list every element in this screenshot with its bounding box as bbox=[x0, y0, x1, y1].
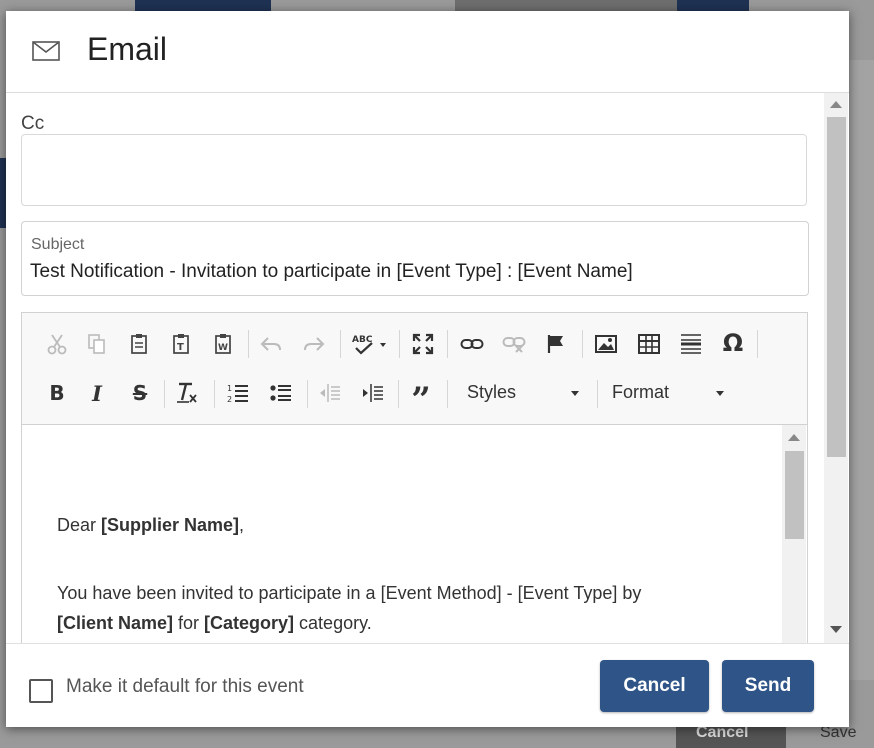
supplier-name-placeholder: [Supplier Name] bbox=[101, 515, 240, 535]
modal-footer: Make it default for this event Cancel Se… bbox=[6, 643, 849, 727]
greeting-suffix: , bbox=[239, 515, 245, 535]
toolbar-separator bbox=[164, 380, 165, 408]
subject-input[interactable]: Test Notification - Invitation to partic… bbox=[30, 261, 633, 283]
toolbar-separator bbox=[447, 380, 448, 408]
editor-scrollbar[interactable] bbox=[782, 425, 806, 643]
toolbar-separator bbox=[597, 380, 598, 408]
default-checkbox-label[interactable]: Make it default for this event bbox=[66, 676, 304, 698]
default-checkbox[interactable] bbox=[29, 679, 53, 703]
modal-title: Email bbox=[87, 31, 168, 67]
toolbar-separator bbox=[248, 330, 249, 358]
modal-header: Email bbox=[6, 11, 849, 93]
copy-icon[interactable] bbox=[82, 329, 112, 359]
horizontal-line-icon[interactable] bbox=[676, 329, 706, 359]
toolbar-separator bbox=[447, 330, 448, 358]
remove-format-icon[interactable] bbox=[172, 378, 202, 408]
modal-scrollbar[interactable] bbox=[824, 93, 848, 643]
subject-field[interactable]: Subject Test Notification - Invitation t… bbox=[21, 221, 809, 296]
email-modal: Email Cc Subject Test Notification - Inv… bbox=[6, 11, 849, 727]
paste-icon[interactable] bbox=[125, 329, 155, 359]
greeting-prefix: Dear bbox=[57, 515, 102, 535]
unlink-icon[interactable] bbox=[499, 329, 529, 359]
scroll-up-icon[interactable] bbox=[830, 101, 842, 108]
outdent-icon[interactable] bbox=[315, 378, 345, 408]
envelope-icon bbox=[32, 41, 60, 61]
toolbar-separator bbox=[582, 330, 583, 358]
maximize-icon[interactable] bbox=[408, 329, 438, 359]
table-icon[interactable] bbox=[634, 329, 664, 359]
indent-icon[interactable] bbox=[358, 378, 388, 408]
modal-scroll-thumb[interactable] bbox=[827, 117, 846, 457]
format-label: Format bbox=[612, 382, 670, 402]
bulleted-list-icon[interactable] bbox=[266, 378, 296, 408]
svg-text:T: T bbox=[177, 342, 184, 353]
strikethrough-icon[interactable]: S bbox=[125, 378, 155, 408]
bg-nav-block bbox=[677, 0, 749, 11]
styles-dropdown[interactable]: Styles bbox=[467, 377, 587, 407]
send-button[interactable]: Send bbox=[722, 660, 814, 712]
undo-icon[interactable] bbox=[256, 329, 286, 359]
toolbar-separator bbox=[214, 380, 215, 408]
paste-word-icon[interactable]: W bbox=[209, 329, 239, 359]
svg-text:2: 2 bbox=[227, 395, 232, 404]
toolbar-separator bbox=[340, 330, 341, 358]
numbered-list-icon[interactable]: 12 bbox=[223, 378, 253, 408]
toolbar-separator bbox=[757, 330, 758, 358]
invite-line-2: [Client Name] for [Category] category. bbox=[57, 608, 372, 638]
cc-label: Cc bbox=[21, 113, 45, 134]
blockquote-icon[interactable]: ” bbox=[406, 378, 436, 417]
subject-label: Subject bbox=[31, 236, 85, 253]
category-placeholder: [Category] bbox=[204, 613, 295, 633]
editor-toolbar: T W ABC Ω B I S 1 2 ” Styles Format bbox=[22, 313, 807, 425]
scroll-up-icon[interactable] bbox=[788, 434, 800, 441]
redo-icon[interactable] bbox=[299, 329, 329, 359]
bg-tab bbox=[455, 0, 677, 11]
format-dropdown[interactable]: Format bbox=[612, 377, 732, 407]
chevron-down-icon bbox=[571, 391, 579, 396]
svg-text:ABC: ABC bbox=[352, 335, 373, 345]
cc-input[interactable] bbox=[21, 134, 807, 206]
greeting-line: Dear [Supplier Name], bbox=[57, 510, 244, 540]
svg-text:W: W bbox=[218, 343, 228, 353]
bg-nav-block bbox=[135, 0, 271, 11]
bg-right-strip bbox=[849, 60, 874, 680]
invite-line-2-mid: for bbox=[173, 613, 205, 633]
anchor-flag-icon[interactable] bbox=[541, 329, 571, 359]
rich-text-editor: T W ABC Ω B I S 1 2 ” Styles Format Dear… bbox=[21, 312, 808, 643]
chevron-down-icon bbox=[716, 391, 724, 396]
modal-body: Cc Subject Test Notification - Invitatio… bbox=[6, 93, 849, 643]
bold-icon[interactable]: B bbox=[42, 378, 72, 408]
scroll-down-icon[interactable] bbox=[830, 626, 842, 633]
cut-icon[interactable] bbox=[42, 329, 72, 359]
link-icon[interactable] bbox=[457, 329, 487, 359]
invite-line-2-end: category. bbox=[294, 613, 372, 633]
italic-icon[interactable]: I bbox=[82, 378, 112, 408]
styles-label: Styles bbox=[467, 382, 517, 402]
toolbar-separator bbox=[399, 330, 400, 358]
spellcheck-icon[interactable]: ABC bbox=[348, 329, 392, 359]
toolbar-separator bbox=[307, 380, 308, 408]
paste-text-icon[interactable]: T bbox=[167, 329, 197, 359]
editor-scroll-thumb[interactable] bbox=[785, 451, 804, 539]
toolbar-separator bbox=[398, 380, 399, 408]
special-char-icon[interactable]: Ω bbox=[718, 328, 748, 358]
invite-line-1: You have been invited to participate in … bbox=[57, 583, 642, 603]
client-name-placeholder: [Client Name] bbox=[57, 613, 174, 633]
image-icon[interactable] bbox=[591, 329, 621, 359]
svg-text:1: 1 bbox=[227, 384, 232, 393]
editor-content[interactable]: Dear [Supplier Name], You have been invi… bbox=[22, 425, 807, 643]
cancel-button[interactable]: Cancel bbox=[600, 660, 709, 712]
